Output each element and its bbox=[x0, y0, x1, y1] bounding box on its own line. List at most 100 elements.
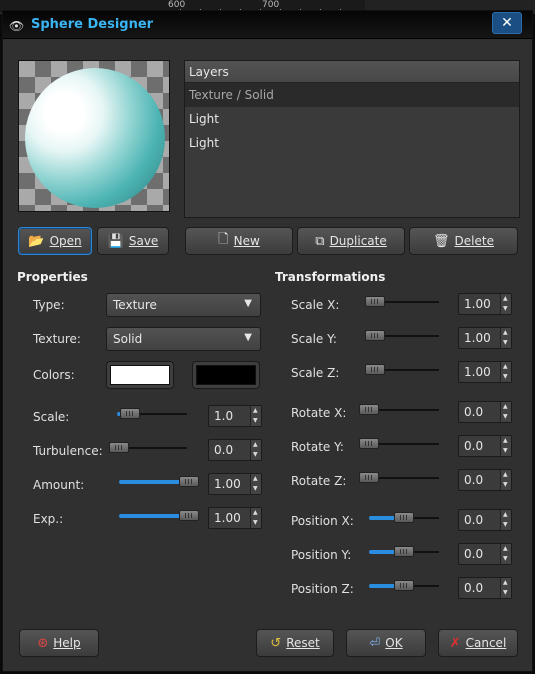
exp-slider[interactable] bbox=[119, 510, 199, 522]
amount-label: Amount: bbox=[33, 478, 85, 492]
layers-list[interactable]: Layers Texture / Solid Light Light bbox=[184, 60, 520, 218]
spin-arrows[interactable]: ▲ ▼ bbox=[250, 406, 261, 426]
slider-handle[interactable] bbox=[359, 438, 379, 449]
duplicate-button[interactable]: ⧉ Duplicate bbox=[297, 227, 405, 255]
slider-handle[interactable] bbox=[394, 512, 414, 523]
document-icon: 🗋 bbox=[218, 232, 229, 247]
position-x-slider[interactable] bbox=[369, 512, 439, 524]
rotate-y-label: Rotate Y: bbox=[291, 440, 344, 454]
spin-arrows[interactable]: ▲ ▼ bbox=[500, 544, 511, 564]
scale-z-slider[interactable] bbox=[365, 364, 439, 376]
slider-handle[interactable] bbox=[365, 330, 385, 341]
slider-handle[interactable] bbox=[120, 408, 140, 419]
sphere-designer-dialog: 👁 Sphere Designer ✕ Layers Texture / Sol… bbox=[2, 10, 533, 672]
slider-handle[interactable] bbox=[394, 546, 414, 557]
spin-arrows[interactable]: ▲ ▼ bbox=[500, 436, 511, 456]
spin-arrows[interactable]: ▲ ▼ bbox=[250, 440, 261, 460]
color2-button[interactable] bbox=[192, 361, 260, 389]
close-button[interactable]: ✕ bbox=[492, 12, 522, 34]
dialog-title: Sphere Designer bbox=[31, 17, 154, 32]
slider-handle[interactable] bbox=[359, 404, 379, 415]
ruler-label: 700 bbox=[262, 0, 280, 10]
save-button[interactable]: 💾 Save bbox=[97, 227, 169, 255]
position-y-slider[interactable] bbox=[369, 546, 439, 558]
rotate-y-spinbox[interactable]: 0.0 ▲ ▼ bbox=[458, 435, 512, 457]
spin-arrows[interactable]: ▲ ▼ bbox=[500, 402, 511, 422]
position-x-spinbox[interactable]: 0.0 ▲ ▼ bbox=[458, 509, 512, 531]
ok-label: OK bbox=[385, 636, 403, 650]
position-z-slider[interactable] bbox=[369, 580, 439, 592]
rotate-z-spinbox[interactable]: 0.0 ▲ ▼ bbox=[458, 469, 512, 491]
reset-button[interactable]: ↺ Reset bbox=[256, 629, 334, 657]
scale-spinbox[interactable]: 1.0 ▲ ▼ bbox=[208, 405, 262, 427]
spin-arrows[interactable]: ▲ ▼ bbox=[500, 470, 511, 490]
type-dropdown[interactable]: Texture ▼ bbox=[106, 293, 261, 317]
scale-x-label: Scale X: bbox=[291, 298, 340, 312]
new-button[interactable]: 🗋 New bbox=[185, 227, 293, 255]
turbulence-spinbox[interactable]: 0.0 ▲ ▼ bbox=[208, 439, 262, 461]
scale-x-spinbox[interactable]: 1.00 ▲ ▼ bbox=[458, 293, 512, 315]
trash-icon: 🗑 bbox=[433, 233, 450, 249]
help-button[interactable]: ⊛ Help bbox=[19, 629, 99, 657]
position-z-value: 0.0 bbox=[464, 581, 484, 595]
scale-z-spinbox[interactable]: 1.00 ▲ ▼ bbox=[458, 361, 512, 383]
layers-header[interactable]: Layers bbox=[185, 61, 519, 83]
exp-spinbox[interactable]: 1.00 ▲ ▼ bbox=[208, 507, 262, 529]
layer-item[interactable]: Texture / Solid bbox=[185, 83, 519, 107]
rotate-y-slider[interactable] bbox=[359, 438, 439, 450]
layer-item[interactable]: Light bbox=[185, 107, 519, 131]
turbulence-slider[interactable] bbox=[109, 442, 187, 454]
slider-handle[interactable] bbox=[365, 296, 385, 307]
scale-value: 1.0 bbox=[214, 409, 234, 423]
rotate-x-value: 0.0 bbox=[464, 405, 484, 419]
rotate-x-spinbox[interactable]: 0.0 ▲ ▼ bbox=[458, 401, 512, 423]
new-label: New bbox=[233, 234, 260, 248]
scale-label: Scale: bbox=[33, 410, 70, 424]
scale-slider[interactable] bbox=[117, 408, 187, 420]
position-y-spinbox[interactable]: 0.0 ▲ ▼ bbox=[458, 543, 512, 565]
position-x-value: 0.0 bbox=[464, 513, 484, 527]
spin-arrows[interactable]: ▲ ▼ bbox=[250, 508, 261, 528]
spin-arrows[interactable]: ▲ ▼ bbox=[500, 578, 511, 598]
slider-handle[interactable] bbox=[179, 510, 199, 521]
texture-label: Texture: bbox=[33, 332, 81, 346]
properties-title: Properties bbox=[17, 270, 88, 284]
slider-handle[interactable] bbox=[394, 580, 414, 591]
color1-button[interactable] bbox=[106, 361, 174, 389]
cancel-x-icon: ✗ bbox=[449, 635, 461, 651]
amount-spinbox[interactable]: 1.00 ▲ ▼ bbox=[208, 473, 262, 495]
texture-value: Solid bbox=[113, 332, 143, 346]
title-bar[interactable]: 👁 Sphere Designer ✕ bbox=[3, 11, 532, 39]
scale-y-slider[interactable] bbox=[365, 330, 439, 342]
rotate-z-slider[interactable] bbox=[359, 472, 439, 484]
enter-icon: ⏎ bbox=[369, 635, 381, 651]
type-label: Type: bbox=[33, 298, 65, 312]
spin-arrows[interactable]: ▲ ▼ bbox=[500, 362, 511, 382]
spin-arrows[interactable]: ▲ ▼ bbox=[500, 328, 511, 348]
spin-arrows[interactable]: ▲ ▼ bbox=[500, 294, 511, 314]
layer-item[interactable]: Light bbox=[185, 131, 519, 155]
spin-arrows[interactable]: ▲ ▼ bbox=[250, 474, 261, 494]
slider-handle[interactable] bbox=[359, 472, 379, 483]
slider-handle[interactable] bbox=[109, 442, 129, 453]
texture-dropdown[interactable]: Solid ▼ bbox=[106, 327, 261, 351]
slider-handle[interactable] bbox=[365, 364, 385, 375]
spin-arrows[interactable]: ▲ ▼ bbox=[500, 510, 511, 530]
floppy-icon: 💾 bbox=[107, 233, 124, 249]
delete-button[interactable]: 🗑 Delete bbox=[409, 227, 518, 255]
scale-y-spinbox[interactable]: 1.00 ▲ ▼ bbox=[458, 327, 512, 349]
rotate-x-slider[interactable] bbox=[359, 404, 439, 416]
open-button[interactable]: 📂 Open bbox=[18, 227, 92, 255]
scale-y-value: 1.00 bbox=[464, 331, 491, 345]
type-value: Texture bbox=[113, 298, 157, 312]
lifebuoy-icon: ⊛ bbox=[37, 635, 49, 651]
position-z-spinbox[interactable]: 0.0 ▲ ▼ bbox=[458, 577, 512, 599]
ok-button[interactable]: ⏎ OK bbox=[346, 629, 426, 657]
duplicate-label: Duplicate bbox=[329, 234, 387, 248]
scale-x-slider[interactable] bbox=[365, 296, 439, 308]
cancel-button[interactable]: ✗ Cancel bbox=[438, 629, 518, 657]
dropdown-arrow-icon: ▼ bbox=[244, 298, 252, 309]
slider-handle[interactable] bbox=[179, 476, 199, 487]
scale-z-label: Scale Z: bbox=[291, 366, 340, 380]
amount-slider[interactable] bbox=[119, 476, 199, 488]
